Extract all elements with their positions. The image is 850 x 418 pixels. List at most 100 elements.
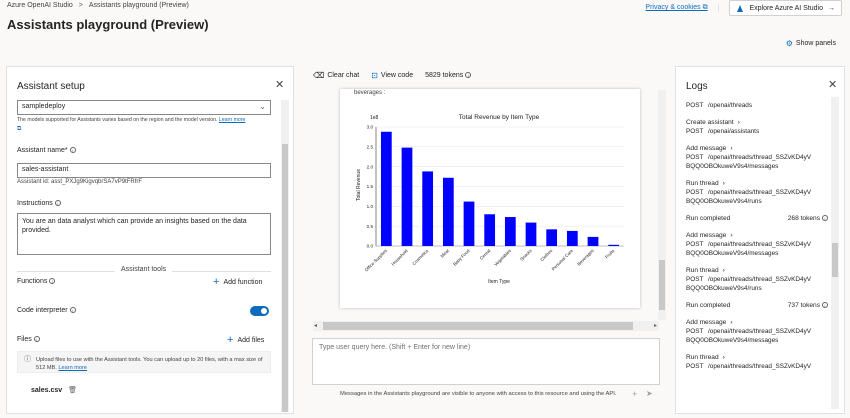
instructions-label: Instructions i	[17, 200, 61, 207]
user-query-input[interactable]: Type user query here. (Shift + Enter for…	[312, 338, 660, 385]
log-entry: Add message › POST/openai/threads/thread_S…	[686, 231, 828, 258]
logs-scrollbar[interactable]	[831, 97, 839, 409]
x-tick-label: Snacks	[519, 248, 533, 262]
scroll-left-icon[interactable]: ◂	[314, 322, 317, 329]
info-icon[interactable]: i	[54, 200, 61, 207]
chart-bar	[380, 131, 392, 246]
instructions-label-text: Instructions	[17, 200, 53, 207]
breadcrumb-current: Assistants playground (Preview)	[88, 2, 189, 9]
log-entry-label[interactable]: Create assistant ›	[686, 118, 828, 127]
info-icon[interactable]: i	[69, 307, 76, 314]
http-method: POST	[686, 328, 704, 335]
plus-icon: +	[227, 334, 234, 346]
assistant-name-label-text: Assistant name*	[17, 147, 68, 154]
add-icon[interactable]: +	[632, 389, 637, 399]
log-entry: POST/openai/threads	[686, 101, 828, 110]
page-title: Assistants playground (Preview)	[7, 17, 209, 32]
add-function-label: Add function	[223, 279, 263, 286]
log-request: POST/openai/assistants	[686, 127, 828, 136]
logs-list: POST/openai/threads Create assistant › POST…	[686, 101, 828, 379]
plus-icon: +	[213, 276, 220, 288]
instructions-textarea[interactable]: You are an data analyst which can provid…	[17, 213, 271, 255]
assistant-setup-panel: Assistant setup ✕ sampledeploy ⌄ The mod…	[6, 66, 294, 414]
chat-scrollbar-thumb[interactable]	[659, 260, 665, 310]
request-path: /openai/threads/thread_SSZvKD4yV	[708, 276, 812, 283]
y-tick-label: 1.5	[367, 184, 374, 189]
playground-visibility-note: Messages in the Assistants playground ar…	[340, 391, 617, 397]
http-method: POST	[686, 102, 704, 109]
code-interpreter-toggle[interactable]	[250, 306, 269, 316]
explore-button-label: Explore Azure AI Studio	[749, 4, 823, 12]
assistant-name-input[interactable]: sales-assistant	[17, 163, 271, 178]
clear-chat-label: Clear chat	[327, 72, 360, 79]
log-entry-label[interactable]: Run completed 737 tokens i	[686, 301, 828, 310]
http-method: POST	[686, 363, 704, 370]
info-icon[interactable]: i	[49, 278, 56, 285]
scrollbar-thumb[interactable]	[282, 144, 288, 412]
log-entry: Run completed 268 tokens i	[686, 214, 828, 223]
deployment-select[interactable]: sampledeploy ⌄	[17, 100, 271, 115]
chevron-right-icon: ›	[737, 119, 740, 126]
chat-horizontal-scrollbar[interactable]: ◂ ▸	[313, 321, 659, 331]
log-entry-label[interactable]: Run completed 268 tokens i	[686, 214, 828, 223]
clear-chat-button[interactable]: ⌫ Clear chat	[313, 71, 359, 80]
log-entry-label[interactable]: Add message ›	[686, 231, 828, 240]
show-panels-button[interactable]: ⚙ Show panels	[786, 39, 836, 48]
log-entry: Run thread › POST/openai/threads/thread_SS…	[686, 179, 828, 206]
log-entry-label[interactable]: Run thread ›	[686, 353, 828, 362]
chart-xlabel: Item Type	[488, 279, 510, 285]
scroll-right-icon[interactable]: ▸	[654, 322, 657, 329]
setup-scrollbar[interactable]	[281, 100, 289, 412]
log-token-count: 737 tokens i	[788, 301, 828, 310]
log-entry: Add message › POST/openai/threads/thread_S…	[686, 318, 828, 345]
info-icon[interactable]: i	[465, 72, 472, 79]
view-code-button[interactable]: ⊡ View code	[371, 71, 413, 80]
files-label-text: Files	[17, 336, 32, 343]
add-function-button[interactable]: + Add function	[213, 276, 263, 288]
send-icon[interactable]: ➤	[646, 389, 653, 398]
info-icon[interactable]: i	[69, 147, 76, 154]
x-tick-label: Cosmetics	[411, 248, 430, 267]
logs-scrollbar-thumb[interactable]	[832, 243, 838, 277]
privacy-link-label: Privacy & cookies	[645, 4, 701, 11]
assistant-name-label: Assistant name* i	[17, 147, 76, 154]
log-entry-label[interactable]: Add message ›	[686, 318, 828, 327]
x-tick-label: Beverages	[576, 248, 595, 267]
explore-ai-studio-button[interactable]: Explore Azure AI Studio →	[729, 0, 842, 16]
deployment-note-text: The models supported for Assistants vari…	[17, 117, 218, 123]
request-path: /openai/threads/thread_SSZvKD4yV	[708, 363, 812, 370]
log-token-count-text: 737 tokens	[787, 302, 820, 309]
request-path-continued: BQQ0OBOkuweV9s4/messages	[686, 337, 779, 344]
chevron-right-icon: ›	[722, 267, 725, 274]
info-icon[interactable]: i	[33, 336, 40, 343]
x-tick-label: Clothes	[539, 248, 554, 263]
privacy-link[interactable]: Privacy & cookies ⧉	[645, 4, 707, 12]
request-path: /openai/threads/thread_SSZvKD4yV	[708, 241, 812, 248]
log-entry-title: Run completed	[686, 215, 731, 222]
log-entry-label[interactable]: Run thread ›	[686, 266, 828, 275]
log-entry-label[interactable]: Add message ›	[686, 144, 828, 153]
log-request: POST/openai/threads	[686, 101, 828, 110]
y-tick-label: 0.0	[367, 244, 374, 249]
deployment-learn-more-link[interactable]: Learn more	[219, 117, 246, 123]
add-files-button[interactable]: + Add files	[227, 334, 264, 346]
info-icon[interactable]: i	[822, 215, 828, 222]
upload-note-box: ⓘ Upload files to use with the Assistant…	[17, 351, 271, 373]
chat-scrollbar[interactable]	[658, 90, 666, 320]
code-interpreter-label: Code interpreter i	[17, 307, 76, 314]
log-entry-label[interactable]: Run thread ›	[686, 179, 828, 188]
http-method: POST	[686, 128, 704, 135]
x-tick-label: Cereal	[479, 248, 492, 261]
info-icon[interactable]: i	[822, 302, 828, 309]
chevron-right-icon: ›	[730, 232, 733, 239]
chart-title: Total Revenue by Item Type	[459, 114, 540, 121]
upload-learn-more-link[interactable]: Learn more	[58, 365, 87, 371]
close-icon[interactable]: ✕	[828, 78, 837, 91]
log-request: POST/openai/threads/thread_SSZvKD4yV	[686, 362, 828, 371]
view-code-label: View code	[380, 72, 414, 79]
horizontal-scroll-thumb[interactable]	[323, 322, 633, 330]
breadcrumb-root[interactable]: Azure OpenAI Studio	[7, 2, 73, 9]
delete-icon[interactable]: 🗑	[68, 387, 77, 394]
close-icon[interactable]: ✕	[275, 78, 284, 91]
log-entry-title: Add message	[686, 319, 727, 326]
